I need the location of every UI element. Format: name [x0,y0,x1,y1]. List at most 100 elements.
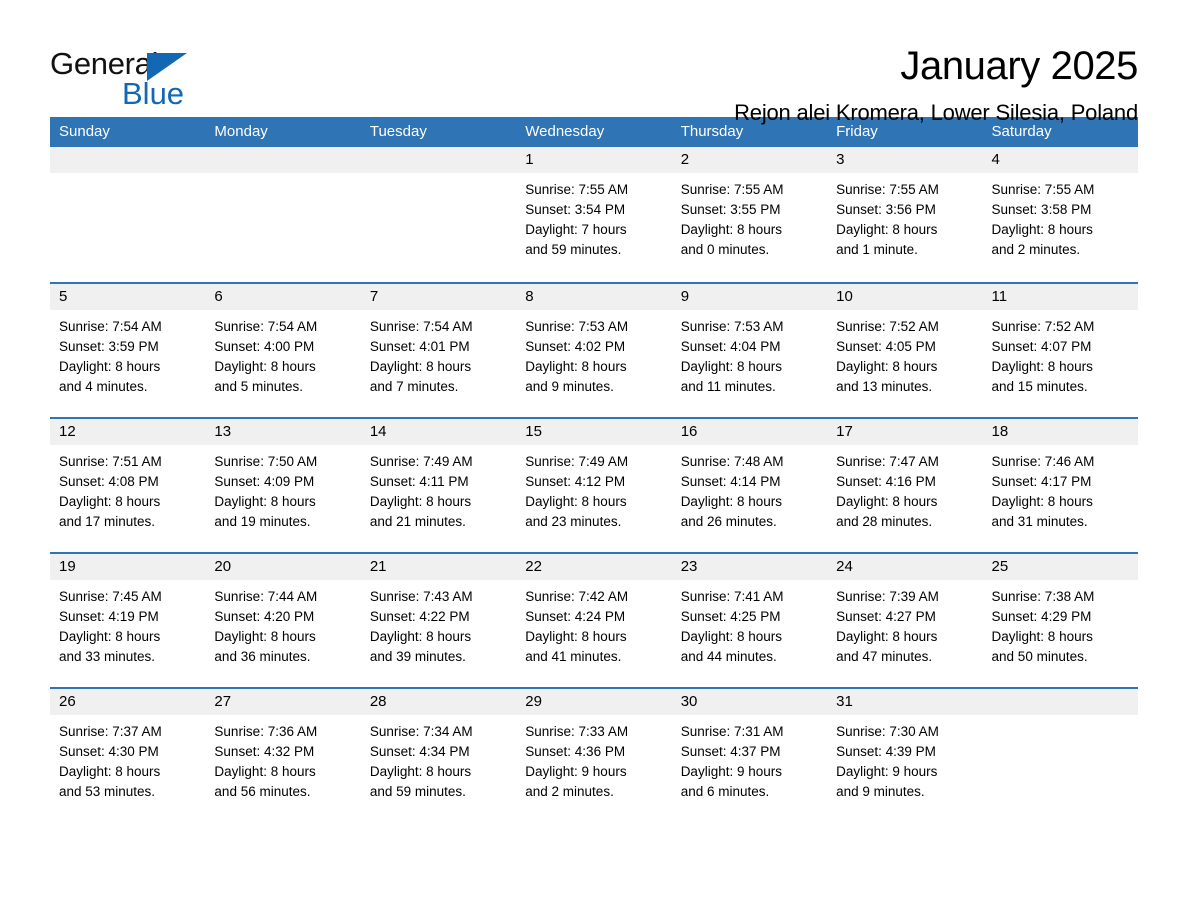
day-cell[interactable]: 23 Sunrise: 7:41 AM Sunset: 4:25 PM Dayl… [671,554,828,687]
daylight-text-line1: Daylight: 9 hours [525,764,627,779]
day-cell[interactable]: 2 Sunrise: 7:55 AM Sunset: 3:55 PM Dayli… [671,147,828,282]
day-number: 10 [827,284,983,310]
sunset-text: Sunset: 4:09 PM [214,474,315,489]
sunrise-text: Sunrise: 7:52 AM [991,319,1095,334]
day-cell[interactable]: 22 Sunrise: 7:42 AM Sunset: 4:24 PM Dayl… [516,554,672,687]
day-details: Sunrise: 7:51 AM Sunset: 4:08 PM Dayligh… [50,445,205,532]
sunrise-text: Sunrise: 7:49 AM [369,454,473,469]
day-cell[interactable]: 3 Sunrise: 7:55 AM Sunset: 3:56 PM Dayli… [827,147,983,282]
day-cell[interactable]: 29 Sunrise: 7:33 AM Sunset: 4:36 PM Dayl… [516,689,672,822]
general-blue-logo[interactable]: General Blue [50,40,250,110]
day-cell[interactable]: 8 Sunrise: 7:53 AM Sunset: 4:02 PM Dayli… [516,284,672,417]
calendar-page: General Blue January 2025 Rejon alei Kro… [0,0,1188,918]
day-number: 5 [50,284,206,310]
day-cell[interactable]: 30 Sunrise: 7:31 AM Sunset: 4:37 PM Dayl… [671,689,828,822]
sunrise-text: Sunrise: 7:43 AM [369,589,473,604]
day-cell[interactable]: 21 Sunrise: 7:43 AM Sunset: 4:22 PM Dayl… [360,554,517,687]
page-header: General Blue January 2025 Rejon alei Kro… [50,0,1138,125]
day-number: 26 [50,689,206,715]
day-cell[interactable]: 18 Sunrise: 7:46 AM Sunset: 4:17 PM Dayl… [982,419,1138,552]
sunrise-text: Sunrise: 7:34 AM [369,724,473,739]
daylight-text-line2: and 19 minutes. [214,514,311,529]
weekday-header-friday: Friday [836,123,878,140]
day-cell[interactable]: 7 Sunrise: 7:54 AM Sunset: 4:01 PM Dayli… [360,284,517,417]
day-details: Sunrise: 7:45 AM Sunset: 4:19 PM Dayligh… [50,580,205,667]
day-cell[interactable]: 14 Sunrise: 7:49 AM Sunset: 4:11 PM Dayl… [360,419,517,552]
daylight-text-line1: Daylight: 8 hours [991,359,1093,374]
daylight-text-line2: and 6 minutes. [680,784,770,799]
daylight-text-line1: Daylight: 8 hours [59,629,161,644]
daylight-text-line2: and 4 minutes. [59,379,148,394]
calendar-week-row: 19 Sunrise: 7:45 AM Sunset: 4:19 PM Dayl… [50,552,1138,687]
daylight-text-line2: and 9 minutes. [836,784,925,799]
day-number: 16 [671,419,828,445]
sunrise-text: Sunrise: 7:42 AM [525,589,629,604]
daylight-text-line1: Daylight: 8 hours [59,359,161,374]
sunset-text: Sunset: 3:55 PM [680,202,781,217]
sunset-text: Sunset: 3:56 PM [836,202,936,217]
day-details: Sunrise: 7:55 AM Sunset: 3:58 PM Dayligh… [983,173,1138,260]
day-cell[interactable]: 26 Sunrise: 7:37 AM Sunset: 4:30 PM Dayl… [50,689,206,822]
day-number: 14 [360,419,517,445]
title-block: January 2025 Rejon alei Kromera, Lower S… [734,40,1138,128]
daylight-text-line2: and 28 minutes. [836,514,933,529]
daylight-text-line1: Daylight: 8 hours [59,494,161,509]
sunrise-text: Sunrise: 7:51 AM [59,454,162,469]
sunset-text: Sunset: 4:29 PM [991,609,1092,624]
day-cell[interactable]: 25 Sunrise: 7:38 AM Sunset: 4:29 PM Dayl… [982,554,1138,687]
daylight-text-line1: Daylight: 8 hours [214,764,316,779]
sunset-text: Sunset: 4:05 PM [836,339,936,354]
daylight-text-line2: and 1 minute. [836,242,918,257]
day-cell[interactable] [982,689,1138,822]
day-cell[interactable] [360,147,517,282]
sunset-text: Sunset: 4:32 PM [214,744,315,759]
daylight-text-line2: and 41 minutes. [525,649,622,664]
day-number: 27 [205,689,361,715]
day-cell[interactable]: 31 Sunrise: 7:30 AM Sunset: 4:39 PM Dayl… [827,689,983,822]
day-details: Sunrise: 7:44 AM Sunset: 4:20 PM Dayligh… [205,580,360,667]
sunset-text: Sunset: 4:07 PM [991,339,1092,354]
day-number [360,147,517,173]
weekday-header-tuesday: Tuesday [369,123,427,140]
day-cell[interactable]: 16 Sunrise: 7:48 AM Sunset: 4:14 PM Dayl… [671,419,828,552]
day-cell[interactable]: 12 Sunrise: 7:51 AM Sunset: 4:08 PM Dayl… [50,419,206,552]
daylight-text-line2: and 33 minutes. [59,649,156,664]
sunset-text: Sunset: 4:08 PM [59,474,159,489]
day-cell[interactable]: 1 Sunrise: 7:55 AM Sunset: 3:54 PM Dayli… [516,147,672,282]
daylight-text-line2: and 0 minutes. [680,242,770,257]
day-cell[interactable] [205,147,361,282]
sunrise-text: Sunrise: 7:39 AM [836,589,939,604]
daylight-text-line2: and 36 minutes. [214,649,311,664]
sunset-text: Sunset: 4:34 PM [369,744,470,759]
day-cell[interactable]: 13 Sunrise: 7:50 AM Sunset: 4:09 PM Dayl… [205,419,361,552]
day-details: Sunrise: 7:47 AM Sunset: 4:16 PM Dayligh… [827,445,982,532]
day-cell[interactable]: 5 Sunrise: 7:54 AM Sunset: 3:59 PM Dayli… [50,284,206,417]
triangle-icon [147,53,187,81]
day-details [361,173,516,180]
day-number: 28 [360,689,517,715]
day-cell[interactable]: 10 Sunrise: 7:52 AM Sunset: 4:05 PM Dayl… [827,284,983,417]
day-cell[interactable]: 11 Sunrise: 7:52 AM Sunset: 4:07 PM Dayl… [982,284,1138,417]
day-number [50,147,206,173]
sunrise-text: Sunrise: 7:48 AM [680,454,784,469]
day-number: 8 [516,284,672,310]
day-cell[interactable]: 15 Sunrise: 7:49 AM Sunset: 4:12 PM Dayl… [516,419,672,552]
day-cell[interactable]: 27 Sunrise: 7:36 AM Sunset: 4:32 PM Dayl… [205,689,361,822]
day-cell[interactable] [50,147,206,282]
day-cell[interactable]: 9 Sunrise: 7:53 AM Sunset: 4:04 PM Dayli… [671,284,828,417]
weekday-header-sunday: Sunday [59,123,110,140]
day-details [50,173,205,180]
day-details: Sunrise: 7:49 AM Sunset: 4:11 PM Dayligh… [361,445,516,532]
day-cell[interactable]: 24 Sunrise: 7:39 AM Sunset: 4:27 PM Dayl… [827,554,983,687]
day-cell[interactable]: 6 Sunrise: 7:54 AM Sunset: 4:00 PM Dayli… [205,284,361,417]
day-cell[interactable]: 28 Sunrise: 7:34 AM Sunset: 4:34 PM Dayl… [360,689,517,822]
day-cell[interactable]: 4 Sunrise: 7:55 AM Sunset: 3:58 PM Dayli… [982,147,1138,282]
daylight-text-line2: and 31 minutes. [991,514,1088,529]
day-cell[interactable]: 20 Sunrise: 7:44 AM Sunset: 4:20 PM Dayl… [205,554,361,687]
daylight-text-line1: Daylight: 8 hours [214,494,316,509]
sunrise-text: Sunrise: 7:30 AM [836,724,939,739]
logo-text-blue: Blue [122,76,185,111]
day-details: Sunrise: 7:30 AM Sunset: 4:39 PM Dayligh… [827,715,982,802]
day-cell[interactable]: 17 Sunrise: 7:47 AM Sunset: 4:16 PM Dayl… [827,419,983,552]
day-cell[interactable]: 19 Sunrise: 7:45 AM Sunset: 4:19 PM Dayl… [50,554,206,687]
